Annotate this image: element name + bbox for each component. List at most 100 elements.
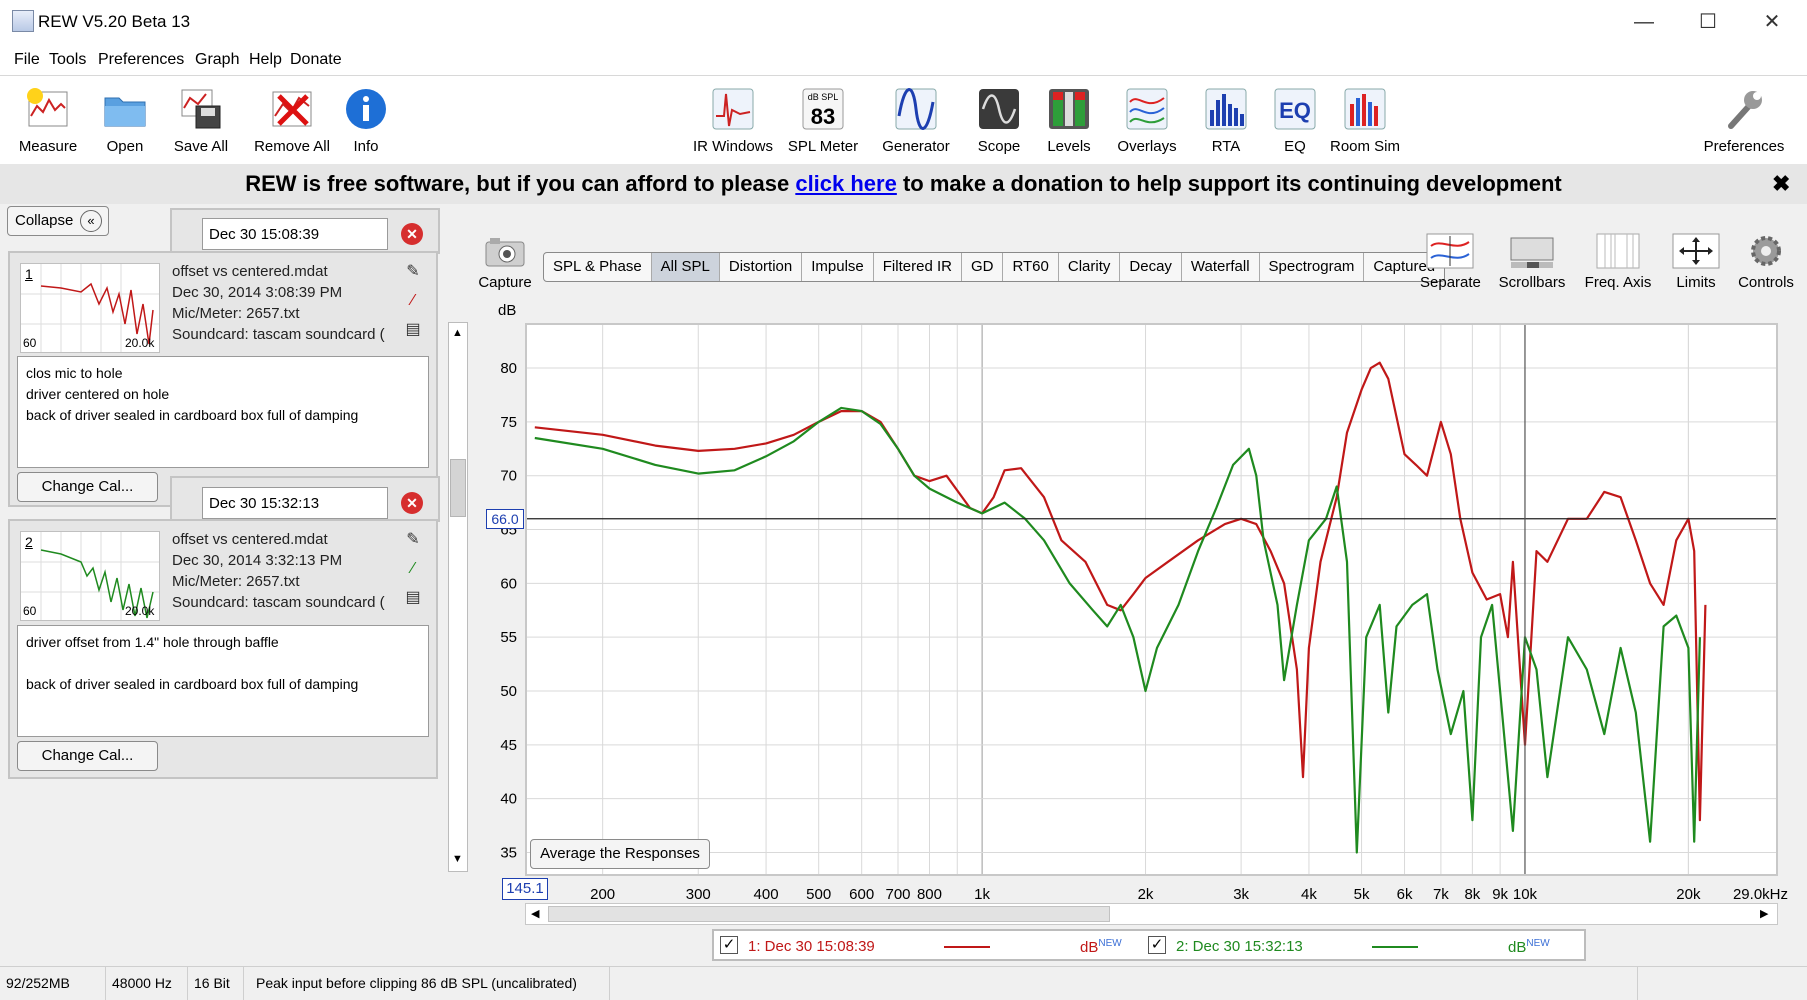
measurement-2-change-cal-button[interactable]: Change Cal... <box>17 741 158 771</box>
scroll-left-icon[interactable]: ◀ <box>531 907 539 920</box>
tab-distortion[interactable]: Distortion <box>720 253 803 281</box>
capture-label: Capture <box>478 274 532 291</box>
eq-icon-text: EQ <box>1279 98 1311 123</box>
tab-spectrogram[interactable]: Spectrogram <box>1260 253 1365 281</box>
menu-file[interactable]: File <box>14 51 40 69</box>
measurement-1-edit-icon[interactable]: ✎ <box>402 261 424 283</box>
capture-button[interactable]: Capture <box>478 234 532 291</box>
legend-2-new-tag: NEW <box>1526 938 1550 949</box>
donation-text-before: REW is free software, but if you can aff… <box>245 171 796 196</box>
y-tick-label: 55 <box>500 629 517 646</box>
measurement-2-date-field[interactable]: Dec 30 15:32:13 <box>202 487 388 519</box>
menu-preferences[interactable]: Preferences <box>98 51 184 69</box>
legend-1-new-tag: NEW <box>1098 938 1122 949</box>
legend-1-swatch <box>944 946 990 948</box>
wrench-icon <box>1728 91 1762 129</box>
tab-gd[interactable]: GD <box>962 253 1004 281</box>
remove-icon <box>272 91 312 127</box>
preferences-label: Preferences <box>1703 138 1785 155</box>
legend-2-swatch <box>1372 946 1418 948</box>
measurement-1-card[interactable]: 1 60 20.0k offset vs centered.mdat Dec 3… <box>8 251 438 507</box>
info-button[interactable]: Info <box>311 80 421 162</box>
measurement-1-notes[interactable]: clos mic to hole driver centered on hole… <box>17 356 429 468</box>
menu-donate[interactable]: Donate <box>290 51 342 69</box>
measurement-1-thumbnail: 1 60 20.0k <box>20 263 160 353</box>
scroll-right-icon[interactable]: ▶ <box>1760 907 1768 920</box>
legend-1-checkbox[interactable]: ✓ <box>720 936 738 954</box>
graph-scroll-thumb[interactable] <box>548 906 1110 922</box>
measurement-2-note-line: driver offset from 1.4" hole through baf… <box>26 634 279 650</box>
x-tick-label: 7k <box>1433 886 1449 900</box>
x-tick-label: 4k <box>1301 886 1317 900</box>
collapse-button[interactable]: Collapse « <box>7 206 109 236</box>
freq-axis-button[interactable]: Freq. Axis <box>1582 232 1654 291</box>
x-tick-label: 3k <box>1233 886 1249 900</box>
tab-filtered-ir[interactable]: Filtered IR <box>874 253 962 281</box>
measurement-1-timestamp: Dec 30, 2014 3:08:39 PM <box>172 284 343 301</box>
tab-rt60[interactable]: RT60 <box>1003 253 1059 281</box>
donation-banner: REW is free software, but if you can aff… <box>0 164 1807 204</box>
controls-button[interactable]: Controls <box>1736 232 1796 291</box>
separate-button[interactable]: Separate <box>1420 232 1481 291</box>
legend-2-checkbox[interactable]: ✓ <box>1148 936 1166 954</box>
measurement-1-date-field[interactable]: Dec 30 15:08:39 <box>202 218 388 250</box>
gear-icon <box>1751 236 1781 266</box>
maximize-button[interactable]: ☐ <box>1676 6 1740 38</box>
ir-windows-icon <box>712 88 754 130</box>
window-title: REW V5.20 Beta 13 <box>38 12 191 31</box>
measurement-2-notes[interactable]: driver offset from 1.4" hole through baf… <box>17 625 429 737</box>
info-icon <box>346 89 386 129</box>
close-window-button[interactable]: ✕ <box>1740 6 1804 38</box>
legend-1-unit: dBNEW <box>1080 938 1122 956</box>
close-banner-icon[interactable]: ✖ <box>1772 164 1790 204</box>
tab-waterfall[interactable]: Waterfall <box>1182 253 1260 281</box>
room-sim-label: Room Sim <box>1329 138 1400 155</box>
graph-axes: 80757065605550454035200 300 400 500 600 700 80… <box>500 360 1788 900</box>
measure-icon <box>27 88 68 127</box>
measurement-2-timestamp: Dec 30, 2014 3:32:13 PM <box>172 552 343 569</box>
measurement-1-note-line: clos mic to hole <box>26 365 123 381</box>
measurement-1-change-cal-button[interactable]: Change Cal... <box>17 472 158 502</box>
cursor-frequency-readout: 145.1 <box>502 878 548 900</box>
menu-graph[interactable]: Graph <box>195 51 239 69</box>
minimize-button[interactable]: — <box>1612 6 1676 38</box>
y-tick-label: 70 <box>500 468 517 485</box>
save-icon <box>181 89 221 129</box>
tab-spl-phase[interactable]: SPL & Phase <box>544 253 652 281</box>
freq-axis-icon <box>1596 233 1640 269</box>
tab-all-spl[interactable]: All SPL <box>651 253 720 281</box>
room-sim-icon <box>1344 88 1386 130</box>
x-tick-label: 700 <box>885 886 910 900</box>
room-sim-button[interactable]: Room Sim <box>1310 80 1420 162</box>
donation-link[interactable]: click here <box>795 171 897 196</box>
x-tick-label: 20k <box>1676 886 1701 900</box>
spl-icon-caption: dB SPL <box>808 92 839 102</box>
scrollbars-icon <box>1510 237 1554 268</box>
measurement-1-soundcard: Soundcard: tascam soundcard ( <box>172 326 385 343</box>
freq-axis-label: Freq. Axis <box>1584 274 1652 291</box>
scrollbars-button[interactable]: Scrollbars <box>1496 232 1568 291</box>
measurement-2-mic: Mic/Meter: 2657.txt <box>172 573 300 590</box>
x-tick-label: 500 <box>806 886 831 900</box>
measurement-1-remove-icon[interactable]: ✕ <box>401 223 423 245</box>
tab-impulse[interactable]: Impulse <box>802 253 874 281</box>
status-bit-depth: 16 Bit <box>188 967 244 1000</box>
tab-decay[interactable]: Decay <box>1120 253 1182 281</box>
measurement-2-card[interactable]: 2 60 20.0k offset vs centered.mdat Dec 3… <box>8 519 438 779</box>
controls-label: Controls <box>1738 274 1794 291</box>
measurement-1-mic: Mic/Meter: 2657.txt <box>172 305 300 322</box>
menu-help[interactable]: Help <box>249 51 282 69</box>
status-peak-input: Peak input before clipping 86 dB SPL (un… <box>250 967 610 1000</box>
limits-button[interactable]: Limits <box>1668 232 1724 291</box>
collapse-label: Collapse <box>15 212 74 229</box>
tab-clarity[interactable]: Clarity <box>1059 253 1121 281</box>
legend-2-label: 2: Dec 30 15:32:13 <box>1176 938 1303 955</box>
preferences-button[interactable]: Preferences <box>1689 80 1799 162</box>
graph-horizontal-scrollbar[interactable]: ◀ ▶ <box>525 903 1778 925</box>
menu-tools[interactable]: Tools <box>49 51 86 69</box>
y-tick-label: 80 <box>500 360 517 377</box>
graph-tabs: SPL & Phase All SPL Distortion Impulse F… <box>543 252 1446 282</box>
status-memory: 92/252MB <box>0 967 106 1000</box>
cursor-level-readout: 66.0 <box>486 509 524 529</box>
x-tick-label: 400 <box>754 886 779 900</box>
